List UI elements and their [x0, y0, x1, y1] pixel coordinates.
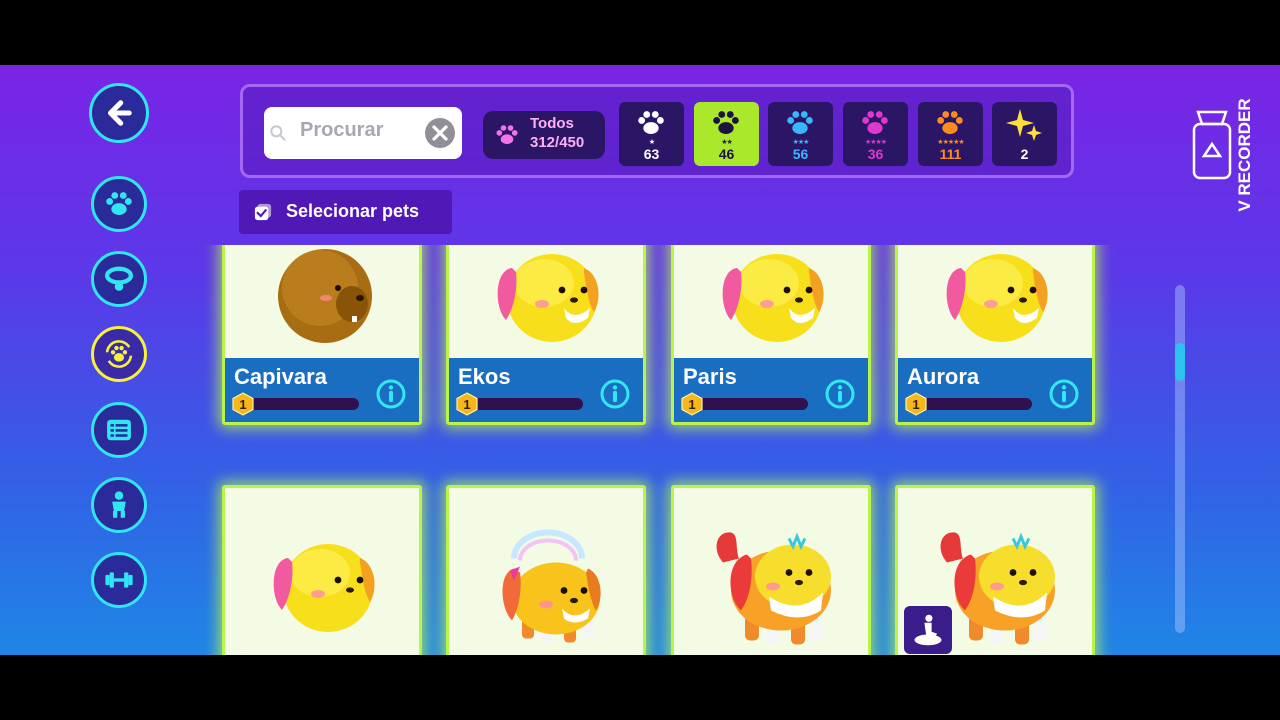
ride-icon — [914, 614, 942, 646]
filter-count: 36 — [867, 146, 884, 162]
filter-stars: ★★★★★ — [937, 138, 964, 146]
collar-icon — [104, 266, 134, 291]
select-pets-label: Selecionar pets — [286, 201, 420, 221]
filter-all-label: Todos — [530, 115, 574, 132]
level-badge-icon: 1 — [681, 392, 703, 416]
filter-count: 63 — [643, 146, 660, 162]
back-button[interactable] — [89, 83, 149, 143]
pet-name: Ekos — [458, 364, 511, 389]
pet-card[interactable]: Ekos 1 — [446, 245, 646, 425]
xp-bar — [690, 398, 808, 410]
filter-count: 2 — [1020, 146, 1029, 162]
paw-icon — [106, 192, 132, 216]
puppy-pet-image — [273, 544, 375, 632]
scrollbar[interactable] — [1175, 285, 1185, 633]
info-icon[interactable] — [375, 378, 407, 410]
filter-2-star[interactable]: ★★ 46 — [694, 102, 759, 166]
orange-puppy-pet-image — [716, 532, 831, 645]
filter-1-star[interactable]: ★ 63 — [619, 102, 684, 166]
level-value: 1 — [463, 397, 470, 412]
body-icon — [112, 491, 126, 518]
list-icon — [107, 419, 131, 441]
pet-info-bar: Aurora 1 — [898, 358, 1092, 422]
paw-cycle-icon — [105, 340, 133, 368]
character-button[interactable] — [91, 477, 147, 533]
pet-card[interactable] — [446, 485, 646, 655]
recorder-label: V RECORDER — [1235, 98, 1254, 211]
paw-icon — [638, 111, 664, 135]
search-placeholder: Procurar — [300, 119, 384, 141]
level-value: 1 — [912, 397, 919, 412]
rainbow-puppy-pet-image — [502, 529, 601, 643]
capybara-pet-image — [278, 249, 372, 343]
paw-icon — [862, 111, 888, 135]
xp-bar — [914, 398, 1032, 410]
info-icon[interactable] — [599, 378, 631, 410]
scrollbar-thumb[interactable] — [1175, 343, 1185, 381]
filter-5-star[interactable]: ★★★★★ 111 — [918, 102, 983, 166]
filter-special[interactable]: 2 — [992, 102, 1057, 166]
pet-card[interactable] — [222, 485, 422, 655]
filter-3-star[interactable]: ★★★ 56 — [768, 102, 833, 166]
select-pets-button[interactable]: Selecionar pets — [239, 190, 452, 234]
level-badge-icon: 1 — [456, 392, 478, 416]
pet-name: Paris — [683, 364, 737, 389]
puppy-pet-image — [497, 254, 599, 342]
paw-icon — [787, 111, 813, 135]
pet-card[interactable] — [671, 485, 871, 655]
filter-all-button[interactable]: Todos 312/450 — [483, 111, 605, 159]
level-badge-icon: 1 — [905, 392, 927, 416]
level-value: 1 — [688, 397, 695, 412]
pets-grid: Capivara 1 Ekos 1 Paris 1 Aurora 1 — [203, 245, 1115, 655]
filter-stars: ★★★ — [792, 138, 810, 146]
pets-button[interactable] — [91, 176, 147, 232]
pet-info-bar: Capivara 1 — [225, 358, 419, 422]
pet-card[interactable] — [895, 485, 1095, 655]
xp-bar — [241, 398, 359, 410]
paw-icon — [496, 125, 518, 145]
pet-name: Aurora — [907, 364, 980, 389]
xp-bar — [465, 398, 583, 410]
dumbbell-icon — [105, 572, 133, 588]
clear-search-icon[interactable] — [424, 117, 456, 149]
ride-badge — [904, 606, 952, 654]
game-screen: Procurar Todos 312/450 ★ 63 ★★ 46 ★★★ 56… — [0, 65, 1280, 655]
puppy-pet-image — [722, 254, 824, 342]
pet-info-bar: Paris 1 — [674, 358, 868, 422]
info-icon[interactable] — [1048, 378, 1080, 410]
pet-info-bar: Ekos 1 — [449, 358, 643, 422]
pet-card[interactable]: Aurora 1 — [895, 245, 1095, 425]
sparkle-icon — [1006, 109, 1042, 141]
filter-all-count: 312/450 — [530, 134, 585, 151]
puppy-pet-image — [946, 254, 1048, 342]
filter-bar: Procurar Todos 312/450 ★ 63 ★★ 46 ★★★ 56… — [240, 84, 1074, 178]
checkbox-icon — [254, 203, 272, 221]
list-button[interactable] — [91, 402, 147, 458]
filter-4-star[interactable]: ★★★★ 36 — [843, 102, 908, 166]
orange-puppy-pet-image — [940, 532, 1055, 645]
filter-stars: ★★ — [721, 138, 733, 146]
back-arrow-icon — [107, 100, 132, 126]
training-button[interactable] — [91, 552, 147, 608]
recorder-watermark: V RECORDER — [1235, 98, 1254, 211]
search-input[interactable]: Procurar — [264, 107, 462, 159]
recorder-icon — [1192, 110, 1232, 180]
filter-stars: ★ — [648, 138, 655, 146]
pet-name: Capivara — [234, 364, 327, 389]
pet-card[interactable]: Capivara 1 — [222, 245, 422, 425]
filter-stars: ★★★★ — [864, 138, 887, 146]
filter-count: 46 — [718, 146, 735, 162]
search-icon — [270, 125, 286, 141]
level-badge-icon: 1 — [232, 392, 254, 416]
level-value: 1 — [239, 397, 246, 412]
info-icon[interactable] — [824, 378, 856, 410]
collar-button[interactable] — [91, 251, 147, 307]
paw-icon — [713, 111, 739, 135]
pet-evolve-button[interactable] — [91, 326, 147, 382]
pet-card[interactable]: Paris 1 — [671, 245, 871, 425]
filter-count: 111 — [939, 146, 962, 162]
paw-icon — [937, 111, 963, 135]
filter-count: 56 — [792, 146, 809, 162]
